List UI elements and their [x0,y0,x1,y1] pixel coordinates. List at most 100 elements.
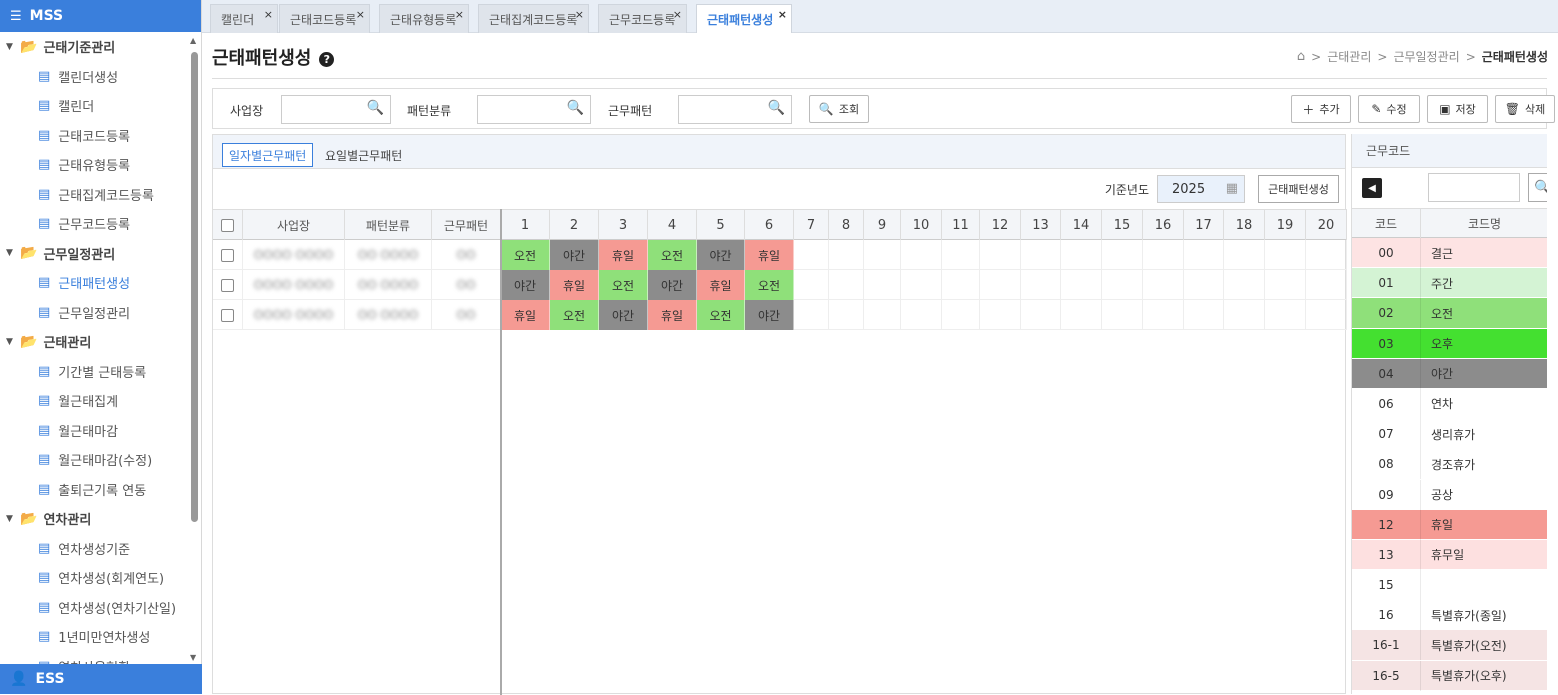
subtab-weekday[interactable]: 요일별근무패턴 [319,143,408,167]
code-row[interactable]: 02 오전 [1352,298,1547,329]
menu-item[interactable]: ▤ 월근태마감 [0,416,188,446]
shift-cell[interactable] [1265,240,1306,270]
caret-down-icon[interactable]: ▼ [6,337,20,347]
tab[interactable]: 근태유형등록 × [379,4,469,33]
generate-pattern-button[interactable]: 근태패턴생성 [1258,175,1339,203]
close-icon[interactable]: × [455,8,464,21]
code-row[interactable]: 15 [1352,570,1547,601]
shift-cell[interactable]: 야간 [550,240,599,270]
shift-cell[interactable] [1102,300,1143,330]
delete-button[interactable]: 🗑 삭제 [1495,95,1555,123]
shift-cell[interactable] [1224,270,1265,300]
grid-cell[interactable]: OO OOOO [345,270,432,300]
shift-cell[interactable]: 휴일 [550,270,599,300]
code-row[interactable]: 01 주간 [1352,268,1547,299]
site-input[interactable]: 🔍 [281,95,391,124]
add-button[interactable]: ＋ 추가 [1291,95,1351,123]
shift-cell[interactable] [1224,240,1265,270]
shift-cell[interactable] [864,270,901,300]
tab[interactable]: 근태패턴생성 × [696,4,792,33]
shift-cell[interactable] [1021,270,1061,300]
menu-item[interactable]: ▤ 1년미만연차생성 [0,622,188,652]
shift-cell[interactable] [864,240,901,270]
shift-cell[interactable] [980,270,1021,300]
work-pattern-input[interactable]: 🔍 [678,95,792,124]
sidebar-header[interactable]: ☰ MSS [0,0,201,32]
tab[interactable]: 근태집계코드등록 × [478,4,589,33]
shift-cell[interactable]: 오전 [745,270,794,300]
shift-cell[interactable] [901,240,942,270]
menu-folder[interactable]: ▼ 📂 근무일정관리 [0,239,188,269]
menu-item[interactable]: ▤ 근태패턴생성 [0,268,188,298]
shift-cell[interactable]: 야간 [501,270,550,300]
grid-cell[interactable]: OOOO OOOO [243,240,345,270]
menu-item[interactable]: ▤ 월근태집계 [0,386,188,416]
shift-cell[interactable] [1265,270,1306,300]
sidebar-scrollbar[interactable]: ▲ ▼ [189,36,200,662]
code-row[interactable]: 13 휴무일 [1352,539,1547,571]
code-search-input[interactable] [1428,173,1520,202]
grid-cell[interactable]: OOOO OOOO [243,300,345,330]
shift-cell[interactable]: 야간 [745,300,794,330]
day-column-header[interactable]: 14 [1061,210,1102,240]
shift-cell[interactable]: 야간 [648,270,697,300]
day-column-header[interactable]: 1 [501,210,550,240]
shift-cell[interactable] [942,300,980,330]
shift-cell[interactable] [829,240,864,270]
code-row[interactable]: 03 오후 [1352,328,1547,359]
code-row[interactable]: 16-1 특별휴가(오전) [1352,630,1547,661]
menu-item[interactable]: ▤ 근태코드등록 [0,121,188,151]
search-icon[interactable]: 🔍 [768,100,785,116]
day-column-header[interactable]: 18 [1224,210,1265,240]
shift-cell[interactable] [1061,240,1102,270]
shift-cell[interactable] [794,270,829,300]
menu-folder[interactable]: ▼ 📂 근태관리 [0,327,188,357]
help-icon[interactable]: ? [319,51,335,67]
menu-item[interactable]: ▤ 근무일정관리 [0,298,188,328]
day-column-header[interactable]: 9 [864,210,901,240]
table-row[interactable]: OOOO OOOO OO OOOO OO 오전 야간 휴일 오전 야간 휴일 [213,240,1347,270]
row-checkbox[interactable] [221,308,234,322]
caret-down-icon[interactable]: ▼ [6,514,20,524]
shift-cell[interactable] [1143,270,1184,300]
shift-cell[interactable] [901,270,942,300]
close-icon[interactable]: × [356,8,365,21]
code-row[interactable]: 08 경조휴가 [1352,449,1547,480]
day-column-header[interactable]: 19 [1265,210,1306,240]
day-column-header[interactable]: 13 [1021,210,1061,240]
close-icon[interactable]: × [673,8,682,21]
menu-item[interactable]: ▤ 월근태마감(수정) [0,445,188,475]
code-row[interactable]: 16-5 특별휴가(오후) [1352,660,1547,691]
shift-cell[interactable] [864,300,901,330]
shift-cell[interactable]: 오전 [550,300,599,330]
shift-cell[interactable]: 휴일 [648,300,697,330]
close-icon[interactable]: × [575,8,584,21]
breadcrumb-item[interactable]: 근태관리 [1327,48,1371,65]
shift-cell[interactable]: 야간 [697,240,745,270]
sidebar-footer[interactable]: 👤 ESS [0,664,202,694]
close-icon[interactable]: × [264,8,273,21]
code-search-button[interactable]: 🔍 [1528,173,1547,202]
shift-cell[interactable] [829,270,864,300]
shift-cell[interactable] [794,240,829,270]
tab[interactable]: 근무코드등록 × [598,4,687,33]
search-icon[interactable]: 🔍 [367,100,384,116]
menu-item[interactable]: ▤연차사용현황 [0,652,188,664]
table-row[interactable]: OOOO OOOO OO OOOO OO 휴일 오전 야간 휴일 오전 야간 [213,300,1347,330]
day-column-header[interactable]: 5 [697,210,745,240]
caret-down-icon[interactable]: ▼ [6,42,20,52]
shift-cell[interactable] [1306,300,1347,330]
select-all-checkbox[interactable] [221,218,234,232]
shift-cell[interactable] [901,300,942,330]
grid-column-header[interactable]: 패턴분류 [345,210,432,240]
menu-item[interactable]: ▤ 캘린더 [0,91,188,121]
code-row[interactable]: 00 결근 [1352,238,1547,269]
menu-item[interactable]: ▤ 연차생성기준 [0,534,188,564]
shift-cell[interactable] [1184,270,1224,300]
day-column-header[interactable]: 20 [1306,210,1347,240]
shift-cell[interactable] [942,240,980,270]
code-row[interactable]: 06 연차 [1352,388,1547,420]
close-icon[interactable]: × [778,8,787,21]
shift-cell[interactable] [1306,270,1347,300]
day-column-header[interactable]: 11 [942,210,980,240]
